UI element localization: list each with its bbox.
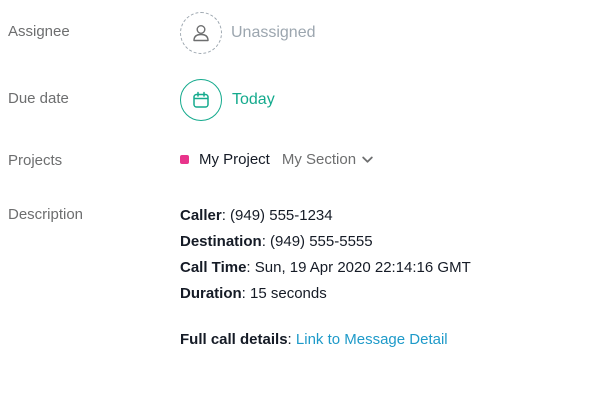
assignee-field[interactable]: Unassigned xyxy=(180,12,316,54)
due-date-row: Due date Today xyxy=(0,79,615,121)
due-date-label: Due date xyxy=(8,90,69,107)
project-field: My Project My Section xyxy=(180,151,373,168)
duration-line: Duration: 15 seconds xyxy=(180,281,471,307)
due-date-value[interactable]: Today xyxy=(232,91,275,109)
assignee-value[interactable]: Unassigned xyxy=(231,24,316,42)
due-date-field[interactable]: Today xyxy=(180,79,275,121)
calendar-icon[interactable] xyxy=(180,79,222,121)
call-time-value: : Sun, 19 Apr 2020 22:14:16 GMT xyxy=(246,259,471,276)
chevron-down-icon xyxy=(362,156,373,163)
call-time-line: Call Time: Sun, 19 Apr 2020 22:14:16 GMT xyxy=(180,255,471,281)
assignee-label: Assignee xyxy=(8,23,70,40)
duration-label: Duration xyxy=(180,285,242,302)
project-name-link[interactable]: My Project xyxy=(199,151,270,168)
section-name: My Section xyxy=(281,151,357,168)
destination-label: Destination xyxy=(180,233,262,250)
projects-label: Projects xyxy=(8,152,63,169)
section-dropdown[interactable]: My Section xyxy=(282,151,373,168)
call-time-label: Call Time xyxy=(180,259,247,276)
duration-value: : 15 seconds xyxy=(241,285,327,302)
project-color-dot xyxy=(180,155,189,164)
description-label: Description xyxy=(8,206,84,223)
assignee-row: Assignee Unassigned xyxy=(0,12,615,54)
full-details-label: Full call details xyxy=(180,331,288,348)
description-row: Description Caller: (949) 555-1234 Desti… xyxy=(0,203,615,383)
message-detail-link[interactable]: Link to Message Detail xyxy=(296,331,448,348)
user-outline-icon[interactable] xyxy=(180,12,222,54)
full-details-line: Full call details: Link to Message Detai… xyxy=(180,327,471,353)
full-details-separator: : xyxy=(287,331,296,348)
caller-value: : (949) 555-1234 xyxy=(221,207,333,224)
caller-line: Caller: (949) 555-1234 xyxy=(180,203,471,229)
description-body[interactable]: Caller: (949) 555-1234 Destination: (949… xyxy=(180,203,471,353)
projects-row: Projects My Project My Section xyxy=(0,150,615,172)
destination-value: : (949) 555-5555 xyxy=(261,233,373,250)
destination-line: Destination: (949) 555-5555 xyxy=(180,229,471,255)
caller-label: Caller xyxy=(180,207,222,224)
